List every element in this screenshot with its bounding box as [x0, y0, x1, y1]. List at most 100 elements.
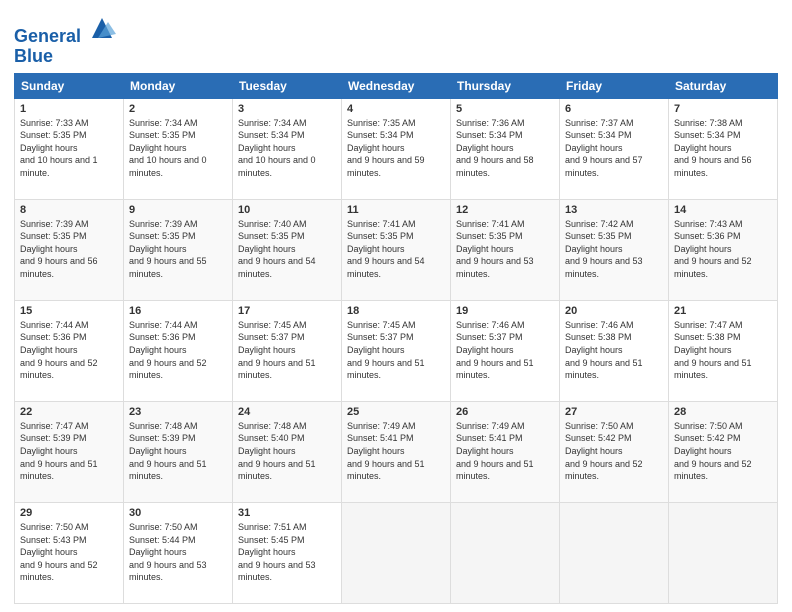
day-info: Sunrise: 7:36 AM Sunset: 5:34 PM Dayligh… — [456, 117, 554, 180]
header: General Blue — [14, 10, 778, 67]
day-info: Sunrise: 7:50 AM Sunset: 5:43 PM Dayligh… — [20, 521, 118, 584]
weekday-header: Tuesday — [233, 73, 342, 98]
calendar-cell: 20 Sunrise: 7:46 AM Sunset: 5:38 PM Dayl… — [560, 300, 669, 401]
day-info: Sunrise: 7:41 AM Sunset: 5:35 PM Dayligh… — [456, 218, 554, 281]
day-info: Sunrise: 7:45 AM Sunset: 5:37 PM Dayligh… — [238, 319, 336, 382]
calendar-cell: 6 Sunrise: 7:37 AM Sunset: 5:34 PM Dayli… — [560, 98, 669, 199]
day-info: Sunrise: 7:38 AM Sunset: 5:34 PM Dayligh… — [674, 117, 772, 180]
day-info: Sunrise: 7:47 AM Sunset: 5:39 PM Dayligh… — [20, 420, 118, 483]
day-number: 29 — [20, 507, 118, 519]
day-number: 25 — [347, 406, 445, 418]
calendar-cell: 8 Sunrise: 7:39 AM Sunset: 5:35 PM Dayli… — [15, 199, 124, 300]
calendar-cell: 9 Sunrise: 7:39 AM Sunset: 5:35 PM Dayli… — [124, 199, 233, 300]
calendar-cell: 18 Sunrise: 7:45 AM Sunset: 5:37 PM Dayl… — [342, 300, 451, 401]
day-info: Sunrise: 7:33 AM Sunset: 5:35 PM Dayligh… — [20, 117, 118, 180]
day-number: 31 — [238, 507, 336, 519]
day-number: 11 — [347, 204, 445, 216]
calendar-cell: 23 Sunrise: 7:48 AM Sunset: 5:39 PM Dayl… — [124, 401, 233, 502]
day-info: Sunrise: 7:51 AM Sunset: 5:45 PM Dayligh… — [238, 521, 336, 584]
calendar-cell: 15 Sunrise: 7:44 AM Sunset: 5:36 PM Dayl… — [15, 300, 124, 401]
day-number: 26 — [456, 406, 554, 418]
day-info: Sunrise: 7:46 AM Sunset: 5:37 PM Dayligh… — [456, 319, 554, 382]
day-number: 2 — [129, 103, 227, 115]
calendar-week-row: 15 Sunrise: 7:44 AM Sunset: 5:36 PM Dayl… — [15, 300, 778, 401]
day-info: Sunrise: 7:45 AM Sunset: 5:37 PM Dayligh… — [347, 319, 445, 382]
weekday-header: Sunday — [15, 73, 124, 98]
day-info: Sunrise: 7:44 AM Sunset: 5:36 PM Dayligh… — [20, 319, 118, 382]
day-info: Sunrise: 7:43 AM Sunset: 5:36 PM Dayligh… — [674, 218, 772, 281]
day-info: Sunrise: 7:50 AM Sunset: 5:44 PM Dayligh… — [129, 521, 227, 584]
calendar-cell: 5 Sunrise: 7:36 AM Sunset: 5:34 PM Dayli… — [451, 98, 560, 199]
calendar-cell: 4 Sunrise: 7:35 AM Sunset: 5:34 PM Dayli… — [342, 98, 451, 199]
day-number: 21 — [674, 305, 772, 317]
day-number: 6 — [565, 103, 663, 115]
calendar-cell: 17 Sunrise: 7:45 AM Sunset: 5:37 PM Dayl… — [233, 300, 342, 401]
day-info: Sunrise: 7:39 AM Sunset: 5:35 PM Dayligh… — [20, 218, 118, 281]
day-number: 10 — [238, 204, 336, 216]
calendar-header-row: SundayMondayTuesdayWednesdayThursdayFrid… — [15, 73, 778, 98]
calendar-table: SundayMondayTuesdayWednesdayThursdayFrid… — [14, 73, 778, 604]
weekday-header: Monday — [124, 73, 233, 98]
day-info: Sunrise: 7:40 AM Sunset: 5:35 PM Dayligh… — [238, 218, 336, 281]
day-number: 1 — [20, 103, 118, 115]
calendar-cell: 24 Sunrise: 7:48 AM Sunset: 5:40 PM Dayl… — [233, 401, 342, 502]
day-number: 20 — [565, 305, 663, 317]
day-info: Sunrise: 7:41 AM Sunset: 5:35 PM Dayligh… — [347, 218, 445, 281]
calendar-cell: 31 Sunrise: 7:51 AM Sunset: 5:45 PM Dayl… — [233, 502, 342, 603]
day-number: 28 — [674, 406, 772, 418]
logo-icon — [88, 14, 116, 42]
day-number: 8 — [20, 204, 118, 216]
day-number: 3 — [238, 103, 336, 115]
day-info: Sunrise: 7:44 AM Sunset: 5:36 PM Dayligh… — [129, 319, 227, 382]
day-info: Sunrise: 7:49 AM Sunset: 5:41 PM Dayligh… — [456, 420, 554, 483]
day-info: Sunrise: 7:48 AM Sunset: 5:40 PM Dayligh… — [238, 420, 336, 483]
weekday-header: Saturday — [669, 73, 778, 98]
calendar-week-row: 8 Sunrise: 7:39 AM Sunset: 5:35 PM Dayli… — [15, 199, 778, 300]
calendar-cell: 21 Sunrise: 7:47 AM Sunset: 5:38 PM Dayl… — [669, 300, 778, 401]
weekday-header: Wednesday — [342, 73, 451, 98]
day-info: Sunrise: 7:50 AM Sunset: 5:42 PM Dayligh… — [674, 420, 772, 483]
calendar-cell: 22 Sunrise: 7:47 AM Sunset: 5:39 PM Dayl… — [15, 401, 124, 502]
calendar-cell: 16 Sunrise: 7:44 AM Sunset: 5:36 PM Dayl… — [124, 300, 233, 401]
day-number: 9 — [129, 204, 227, 216]
calendar-cell — [560, 502, 669, 603]
calendar-cell: 14 Sunrise: 7:43 AM Sunset: 5:36 PM Dayl… — [669, 199, 778, 300]
calendar-cell: 30 Sunrise: 7:50 AM Sunset: 5:44 PM Dayl… — [124, 502, 233, 603]
day-number: 14 — [674, 204, 772, 216]
day-info: Sunrise: 7:50 AM Sunset: 5:42 PM Dayligh… — [565, 420, 663, 483]
calendar-cell: 12 Sunrise: 7:41 AM Sunset: 5:35 PM Dayl… — [451, 199, 560, 300]
calendar-cell: 28 Sunrise: 7:50 AM Sunset: 5:42 PM Dayl… — [669, 401, 778, 502]
calendar-cell — [669, 502, 778, 603]
day-number: 18 — [347, 305, 445, 317]
day-info: Sunrise: 7:46 AM Sunset: 5:38 PM Dayligh… — [565, 319, 663, 382]
day-info: Sunrise: 7:35 AM Sunset: 5:34 PM Dayligh… — [347, 117, 445, 180]
day-number: 19 — [456, 305, 554, 317]
day-number: 16 — [129, 305, 227, 317]
day-number: 17 — [238, 305, 336, 317]
day-info: Sunrise: 7:34 AM Sunset: 5:35 PM Dayligh… — [129, 117, 227, 180]
day-number: 23 — [129, 406, 227, 418]
day-info: Sunrise: 7:37 AM Sunset: 5:34 PM Dayligh… — [565, 117, 663, 180]
day-number: 13 — [565, 204, 663, 216]
weekday-header: Friday — [560, 73, 669, 98]
logo-area: General Blue — [14, 10, 116, 67]
logo-general: General — [14, 26, 81, 46]
calendar-cell: 1 Sunrise: 7:33 AM Sunset: 5:35 PM Dayli… — [15, 98, 124, 199]
day-info: Sunrise: 7:34 AM Sunset: 5:34 PM Dayligh… — [238, 117, 336, 180]
calendar-cell: 11 Sunrise: 7:41 AM Sunset: 5:35 PM Dayl… — [342, 199, 451, 300]
day-number: 5 — [456, 103, 554, 115]
calendar-cell: 29 Sunrise: 7:50 AM Sunset: 5:43 PM Dayl… — [15, 502, 124, 603]
calendar-cell: 7 Sunrise: 7:38 AM Sunset: 5:34 PM Dayli… — [669, 98, 778, 199]
calendar-cell: 2 Sunrise: 7:34 AM Sunset: 5:35 PM Dayli… — [124, 98, 233, 199]
day-number: 7 — [674, 103, 772, 115]
day-info: Sunrise: 7:39 AM Sunset: 5:35 PM Dayligh… — [129, 218, 227, 281]
calendar-week-row: 29 Sunrise: 7:50 AM Sunset: 5:43 PM Dayl… — [15, 502, 778, 603]
calendar-cell: 26 Sunrise: 7:49 AM Sunset: 5:41 PM Dayl… — [451, 401, 560, 502]
day-number: 12 — [456, 204, 554, 216]
day-number: 30 — [129, 507, 227, 519]
page: General Blue SundayMondayTuesdayWednesda… — [0, 0, 792, 612]
calendar-cell — [342, 502, 451, 603]
day-number: 15 — [20, 305, 118, 317]
day-number: 4 — [347, 103, 445, 115]
day-info: Sunrise: 7:42 AM Sunset: 5:35 PM Dayligh… — [565, 218, 663, 281]
